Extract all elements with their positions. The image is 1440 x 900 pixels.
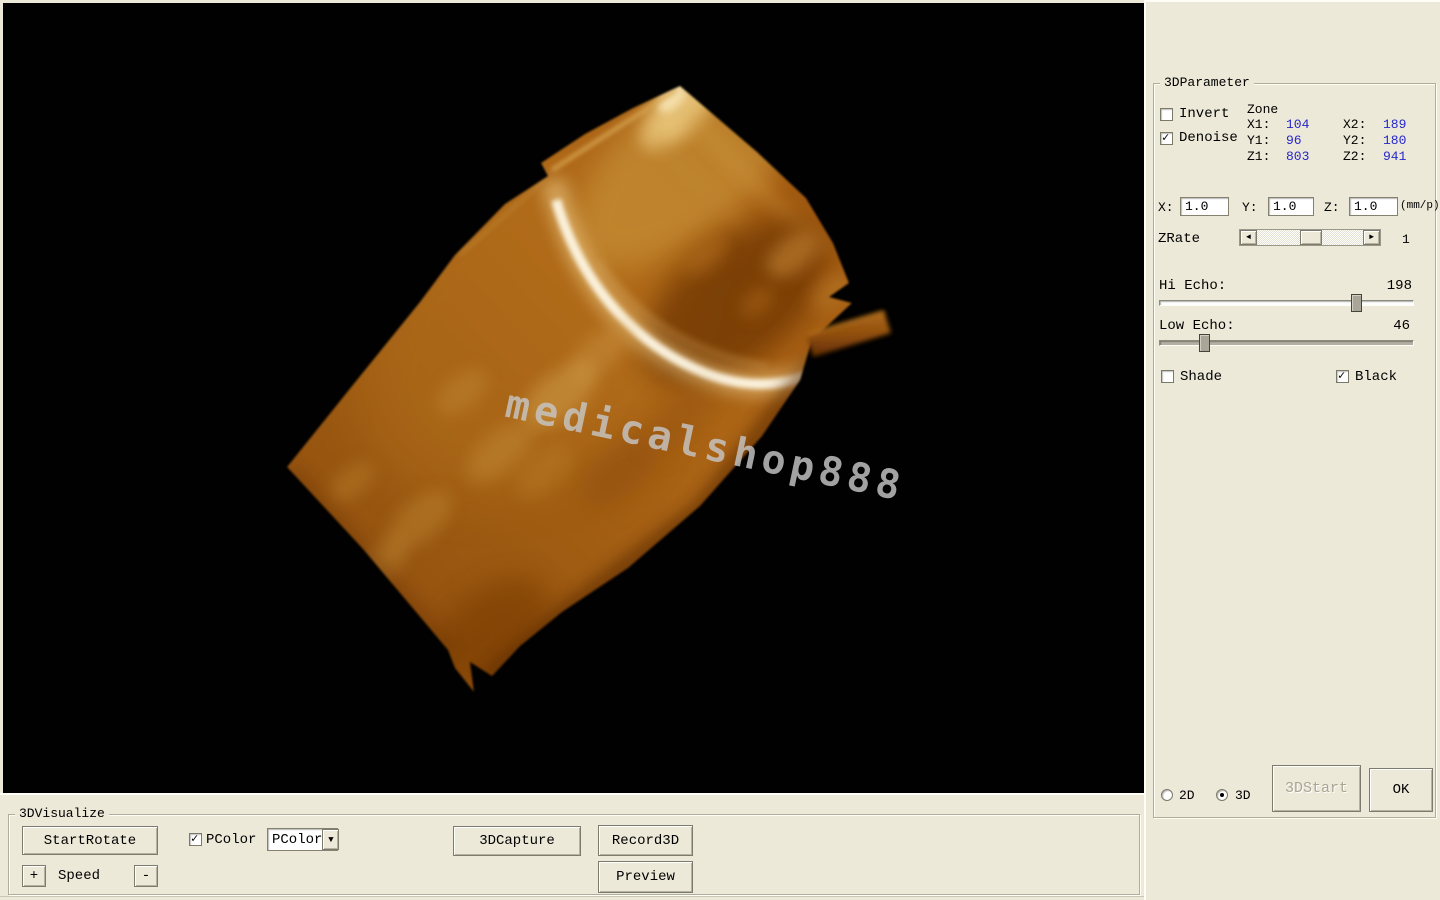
start3d-button[interactable]: 3DStart xyxy=(1272,765,1361,812)
zone-y1-value: 96 xyxy=(1286,133,1302,148)
shade-checkbox[interactable]: ✓ xyxy=(1161,370,1174,383)
parameter-group-title: 3DParameter xyxy=(1160,75,1254,91)
check-icon: ✓ xyxy=(1162,131,1169,145)
hi-echo-slider[interactable] xyxy=(1159,294,1414,312)
black-checkbox[interactable]: ✓ xyxy=(1336,370,1349,383)
mode-3d-radio[interactable] xyxy=(1216,789,1228,801)
scale-x-label: X: xyxy=(1158,200,1174,215)
invert-checkbox[interactable]: ✓ xyxy=(1160,108,1173,121)
denoise-label: Denoise xyxy=(1179,131,1238,146)
hi-echo-value: 198 xyxy=(1387,279,1412,294)
preview-button[interactable]: Preview xyxy=(598,861,693,893)
low-echo-label: Low Echo: xyxy=(1159,319,1235,334)
zone-row-z: Z1: 803 Z2: 941 xyxy=(1247,149,1432,164)
zrate-track[interactable] xyxy=(1257,230,1363,245)
zone-z2-label: Z2: xyxy=(1343,149,1366,164)
zone-title: Zone xyxy=(1247,102,1278,117)
low-echo-track[interactable] xyxy=(1159,340,1414,346)
scroll-left-icon: ◄ xyxy=(1246,233,1251,242)
mode-2d-label: 2D xyxy=(1179,788,1195,803)
dropdown-arrow-icon[interactable]: ▼ xyxy=(322,829,339,850)
scale-z-label: Z: xyxy=(1324,200,1340,215)
pcolor-checkbox[interactable]: ✓ xyxy=(189,833,202,846)
scale-y-input[interactable]: 1.0 xyxy=(1268,197,1314,216)
check-icon: ✓ xyxy=(191,832,198,846)
speed-label: Speed xyxy=(58,869,100,884)
scale-y-label: Y: xyxy=(1242,200,1258,215)
scale-z-input[interactable]: 1.0 xyxy=(1349,197,1398,216)
capture-button[interactable]: 3DCapture xyxy=(453,826,581,856)
mode-2d-radio[interactable] xyxy=(1161,789,1173,801)
low-echo-value: 46 xyxy=(1393,319,1410,334)
zone-x2-label: X2: xyxy=(1343,117,1366,132)
hi-echo-thumb[interactable] xyxy=(1351,294,1362,312)
parameter-groupbox: 3DParameter ✓ Invert ✓ Denoise Zone X1: … xyxy=(1153,83,1436,818)
pcolor-label: PColor xyxy=(206,833,256,848)
zone-x2-value: 189 xyxy=(1383,117,1406,132)
zrate-value: 1 xyxy=(1402,232,1410,247)
parameter-panel: 3DParameter ✓ Invert ✓ Denoise Zone X1: … xyxy=(1144,0,1440,900)
speed-plus-button[interactable]: + xyxy=(22,865,46,887)
zone-row-x: X1: 104 X2: 189 xyxy=(1247,117,1432,132)
zone-x1-value: 104 xyxy=(1286,117,1309,132)
zone-x1-label: X1: xyxy=(1247,117,1270,132)
scale-x-input[interactable]: 1.0 xyxy=(1180,197,1229,216)
invert-label: Invert xyxy=(1179,107,1229,122)
zone-y2-value: 180 xyxy=(1383,133,1406,148)
denoise-checkbox[interactable]: ✓ xyxy=(1160,132,1173,145)
visualize-group-title: 3DVisualize xyxy=(15,806,109,822)
zone-y1-label: Y1: xyxy=(1247,133,1270,148)
shade-label: Shade xyxy=(1180,370,1222,385)
hi-echo-track[interactable] xyxy=(1159,300,1414,306)
app-window: { "icons": { "check": "✓", "dropdown_arr… xyxy=(0,0,1440,900)
hi-echo-label: Hi Echo: xyxy=(1159,279,1226,294)
mode-3d-label: 3D xyxy=(1235,788,1251,803)
zone-z2-value: 941 xyxy=(1383,149,1406,164)
render-viewport[interactable]: medicalshop888 xyxy=(3,3,1144,793)
scale-unit-label: (mm/p) xyxy=(1400,199,1440,214)
ultrasound-volume-render xyxy=(3,3,1144,793)
start-rotate-button[interactable]: StartRotate xyxy=(22,826,158,855)
ok-button[interactable]: OK xyxy=(1369,768,1433,812)
record-button[interactable]: Record3D xyxy=(598,825,693,856)
zrate-label: ZRate xyxy=(1158,232,1200,247)
pcolor-dropdown-value: PColor xyxy=(268,832,322,848)
zrate-right-arrow[interactable]: ► xyxy=(1363,230,1380,245)
low-echo-slider[interactable] xyxy=(1159,334,1414,352)
visualize-groupbox: 3DVisualize StartRotate + Speed - ✓ PCol… xyxy=(8,814,1140,895)
speed-minus-button[interactable]: - xyxy=(134,865,158,887)
visualize-panel: 3DVisualize StartRotate + Speed - ✓ PCol… xyxy=(0,793,1144,900)
zone-z1-label: Z1: xyxy=(1247,149,1270,164)
scroll-right-icon: ► xyxy=(1369,233,1374,242)
zone-row-y: Y1: 96 Y2: 180 xyxy=(1247,133,1432,148)
zone-y2-label: Y2: xyxy=(1343,133,1366,148)
zone-z1-value: 803 xyxy=(1286,149,1309,164)
black-label: Black xyxy=(1355,370,1397,385)
zrate-scrollbar[interactable]: ◄ ► xyxy=(1239,229,1381,246)
zrate-left-arrow[interactable]: ◄ xyxy=(1240,230,1257,245)
pcolor-dropdown[interactable]: PColor ▼ xyxy=(267,828,338,851)
zrate-thumb[interactable] xyxy=(1300,230,1322,245)
low-echo-thumb[interactable] xyxy=(1199,334,1210,352)
check-icon: ✓ xyxy=(1338,369,1345,383)
